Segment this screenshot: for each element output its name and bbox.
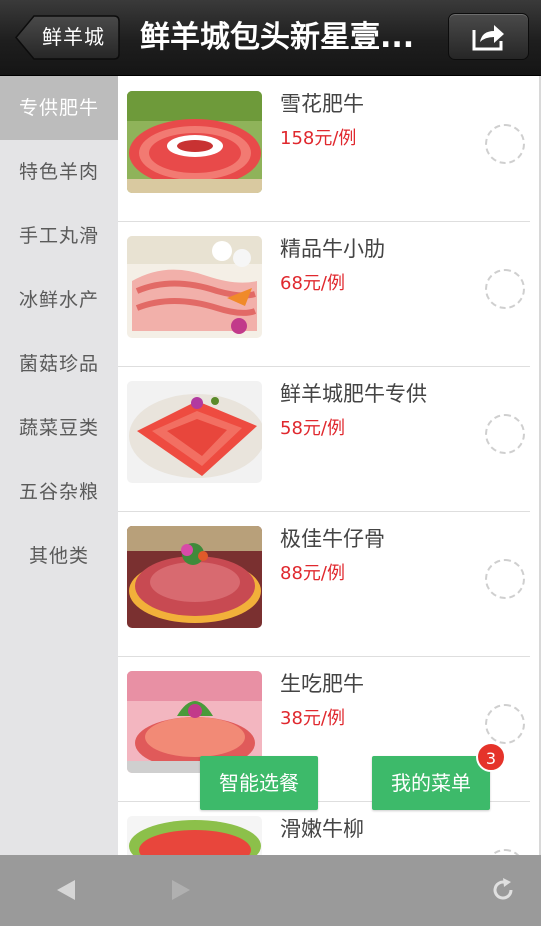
dish-photo <box>127 381 262 483</box>
select-checkbox[interactable] <box>485 704 525 744</box>
sidebar-item-yangrou[interactable]: 特色羊肉 <box>0 140 118 204</box>
back-arrow-icon[interactable] <box>55 878 77 906</box>
dish-photo <box>127 816 262 855</box>
dish-name: 鲜羊城肥牛专供 <box>280 382 427 406</box>
sidebar-item-shuichan[interactable]: 冰鲜水产 <box>0 268 118 332</box>
dish-photo <box>127 526 262 628</box>
sidebar-item-jungu[interactable]: 菌菇珍品 <box>0 332 118 396</box>
back-button-label: 鲜羊城 <box>42 25 105 49</box>
dish-price: 38元/例 <box>280 708 345 729</box>
my-menu-count-badge: 3 <box>476 742 506 772</box>
dish-name: 极佳牛仔骨 <box>280 527 385 551</box>
dish-price: 158元/例 <box>280 128 357 149</box>
smart-select-button[interactable]: 智能选餐 <box>200 756 318 810</box>
dish-photo <box>127 91 262 193</box>
dish-photo <box>127 236 262 338</box>
list-item[interactable]: 精品牛小肋 68元/例 <box>118 221 530 367</box>
dish-price: 58元/例 <box>280 418 345 439</box>
my-menu-button[interactable]: 我的菜单 <box>372 756 490 810</box>
dish-name: 精品牛小肋 <box>280 237 385 261</box>
dish-list: 雪花肥牛 158元/例 精品牛小肋 68元/例 鲜羊城肥牛专供 58元/例 极佳… <box>118 76 541 855</box>
refresh-icon[interactable] <box>490 877 516 907</box>
dish-name: 雪花肥牛 <box>280 92 364 116</box>
share-icon <box>472 25 504 51</box>
sidebar-item-wugu[interactable]: 五谷杂粮 <box>0 460 118 524</box>
select-checkbox[interactable] <box>485 414 525 454</box>
forward-arrow-icon[interactable] <box>170 878 192 906</box>
select-checkbox[interactable] <box>485 269 525 309</box>
dish-price: 88元/例 <box>280 563 345 584</box>
list-item[interactable]: 极佳牛仔骨 88元/例 <box>118 511 530 657</box>
dish-name: 滑嫩牛柳 <box>280 817 364 841</box>
sidebar-item-feiniu[interactable]: 专供肥牛 <box>0 76 118 140</box>
sidebar-item-qita[interactable]: 其他类 <box>0 524 118 588</box>
dish-price: 68元/例 <box>280 273 345 294</box>
select-checkbox[interactable] <box>485 124 525 164</box>
bottom-toolbar <box>0 855 541 926</box>
share-button[interactable] <box>448 13 529 60</box>
dish-name: 生吃肥牛 <box>280 672 364 696</box>
select-checkbox[interactable] <box>485 559 525 599</box>
back-button[interactable]: 鲜羊城 <box>14 14 120 61</box>
page-title: 鲜羊城包头新星壹... <box>140 20 415 55</box>
sidebar-item-shucai[interactable]: 蔬菜豆类 <box>0 396 118 460</box>
category-sidebar: 专供肥牛 特色羊肉 手工丸滑 冰鲜水产 菌菇珍品 蔬菜豆类 五谷杂粮 其他类 <box>0 76 118 855</box>
list-item[interactable]: 鲜羊城肥牛专供 58元/例 <box>118 366 530 512</box>
list-item[interactable]: 雪花肥牛 158元/例 <box>118 76 530 222</box>
app-header: 鲜羊城 鲜羊城包头新星壹... <box>0 0 541 76</box>
sidebar-item-wanhua[interactable]: 手工丸滑 <box>0 204 118 268</box>
